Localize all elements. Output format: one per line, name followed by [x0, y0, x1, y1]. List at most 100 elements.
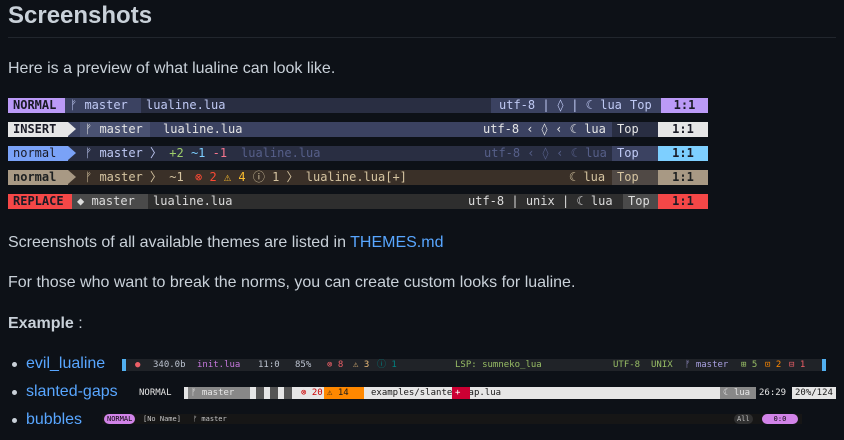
location: 0:0	[762, 414, 798, 424]
encoding: utf-8 | unix | ☾ lua	[468, 194, 613, 208]
mode-indicator: INSERT	[8, 122, 68, 137]
branch-icon: ᚠ	[85, 122, 100, 136]
encoding: utf-8 ‹ ◊ ‹ ☾ lua	[483, 122, 606, 136]
info: ⓘ 1	[377, 360, 397, 370]
errors: ⊗ 20	[301, 388, 323, 398]
example-heading: Example :	[8, 315, 83, 332]
position-section: Top	[612, 122, 658, 137]
branch-section: ᚠ master	[65, 98, 141, 113]
location: 1:1	[658, 122, 708, 137]
progress: 20%/124	[792, 387, 836, 399]
linux-icon: ◊	[540, 122, 549, 136]
diff-added: ⊞ 5	[741, 360, 758, 370]
statusline-replace: REPLACE ◆ master lualine.lua utf-8 | uni…	[8, 194, 708, 209]
location: 1:1	[658, 146, 708, 161]
branch-icon: ᚠ	[85, 146, 100, 160]
filetype: ☾ lua	[720, 387, 756, 399]
position-section: Top	[623, 194, 658, 209]
warnings: ⚠ 3	[353, 360, 370, 370]
filename: lualine.lua	[153, 194, 233, 208]
themes-link[interactable]: THEMES.md	[350, 234, 443, 251]
position-section: Top	[625, 98, 661, 113]
list-item: evil_lualine	[12, 355, 105, 373]
position-section: Top	[612, 170, 658, 185]
separator-arrow	[68, 170, 76, 184]
encoding: UTF-8	[613, 360, 641, 370]
fileformat: UNIX	[651, 360, 673, 370]
page-heading: Screenshots	[8, 2, 153, 29]
evil-lualine-link[interactable]: evil_lualine	[26, 355, 105, 372]
gap	[270, 387, 278, 399]
bubbles-preview: NORMAL [No Name] ᚠ master All 0:0	[102, 414, 802, 424]
branch-icon: ◆	[77, 194, 92, 208]
custom-paragraph: For those who want to break the norms, y…	[8, 274, 576, 291]
filename: examples/slanted_gap.lua	[371, 388, 502, 398]
location: 1:1	[658, 194, 708, 209]
diagnostics: ⊗ 2 ⚠ 4 ⓘ 1 〉 lualine.lua[+]	[195, 170, 407, 184]
filename: lualine.lua	[163, 122, 243, 136]
filetype: ☾ lua	[569, 170, 606, 184]
filename: lualine.lua	[141, 98, 491, 113]
slanted-gaps-link[interactable]: slanted-gaps	[26, 383, 118, 400]
file-size: 340.0b	[153, 360, 186, 370]
gap	[284, 387, 292, 399]
encoding: utf-8 | ◊ | ☾ lua	[499, 98, 622, 112]
bullet	[12, 362, 17, 367]
mode-dot-icon: ●	[135, 360, 141, 370]
slanted-gaps-preview: NORMAL ᚠ master ⊗ 20 ⚠ 14 examples/slant…	[136, 387, 836, 399]
position-section: All	[734, 414, 753, 424]
warnings: ⚠ 14	[324, 387, 364, 399]
lua-icon: ☾	[723, 388, 734, 398]
lua-icon: ☾	[569, 170, 584, 184]
statusline-normal-blue: normal ᚠ master 〉 +2 ~1 -1 lualine.lua u…	[8, 146, 708, 161]
progress: 85%	[295, 360, 312, 370]
modified-flag: +	[452, 387, 470, 399]
list-item: slanted-gaps	[12, 383, 118, 401]
diff-modified: ⊡ 2	[765, 360, 782, 370]
branch-section: ◆ master	[72, 194, 148, 209]
mode-indicator: NORMAL	[136, 387, 184, 399]
lsp-status: LSP: sumneko_lua	[455, 360, 542, 370]
branch-section: ᚠ master 〉 ~1	[85, 170, 184, 184]
branch-icon: ᚠ	[191, 388, 202, 398]
bullet	[12, 390, 17, 395]
branch-section: ᚠ master 〉 +2 ~1 -1	[85, 146, 228, 160]
errors: ⊗ 8	[327, 360, 344, 370]
branch: ᚠ master	[685, 360, 729, 370]
location: 1:1	[658, 170, 708, 185]
gap	[256, 387, 264, 399]
statusline-normal: NORMAL ᚠ master lualine.lua utf-8 | ◊ | …	[8, 98, 708, 113]
position-section: Top	[612, 146, 658, 161]
separator-arrow	[68, 122, 76, 136]
location: 26:29	[756, 387, 792, 399]
location: 11:0	[258, 360, 280, 370]
diff-removed: ⊟ 1	[789, 360, 806, 370]
left-accent	[122, 359, 126, 371]
evil-lualine-preview: ● 340.0b init.lua 11:0 85% ⊗ 8 ⚠ 3 ⓘ 1 L…	[122, 359, 826, 371]
bubbles-link[interactable]: bubbles	[26, 411, 82, 428]
filename: [No Name]	[143, 415, 181, 423]
filename: lualine.lua	[241, 146, 321, 160]
linux-icon: ◊	[541, 146, 550, 160]
bullet	[12, 418, 17, 423]
branch-icon: ᚠ	[70, 98, 85, 112]
statusline-normal-tan: normal ᚠ master 〉 ~1 ⊗ 2 ⚠ 4 ⓘ 1 〉 luali…	[8, 170, 708, 185]
list-item: bubbles	[12, 411, 82, 429]
branch: ᚠ master	[188, 387, 250, 399]
lua-icon: ☾	[570, 146, 586, 160]
branch-section: ᚠ master	[80, 122, 150, 137]
lua-icon: ☾	[585, 98, 601, 112]
statusline-insert: INSERT ᚠ master lualine.lua utf-8 ‹ ◊ ‹ …	[8, 122, 708, 137]
heading-divider	[8, 37, 836, 38]
lua-icon: ☾	[569, 122, 585, 136]
branch-icon: ᚠ	[85, 170, 100, 184]
mode-indicator: REPLACE	[8, 194, 72, 209]
right-accent	[822, 359, 826, 371]
branch: ᚠ master	[193, 415, 227, 423]
intro-paragraph: Here is a preview of what lualine can lo…	[8, 60, 336, 77]
mode-indicator: NORMAL	[104, 414, 136, 424]
filename: init.lua	[197, 360, 241, 370]
lua-icon: ☾	[576, 194, 591, 208]
mode-indicator: normal	[8, 146, 68, 161]
location: 1:1	[661, 98, 708, 113]
